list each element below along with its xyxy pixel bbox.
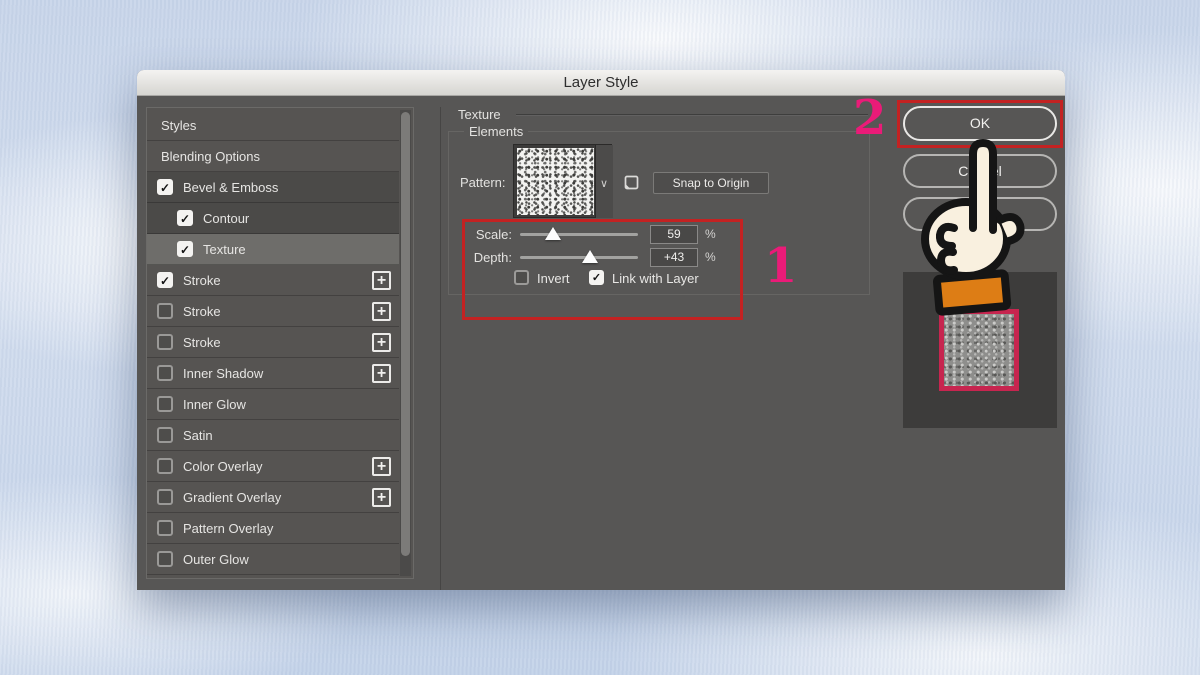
pattern-label: Pattern: <box>460 175 506 190</box>
sidebar-scrollbar[interactable] <box>400 110 411 576</box>
checkbox-unchecked-icon[interactable] <box>157 396 173 412</box>
sidebar-item-label: Pattern Overlay <box>183 521 273 536</box>
add-effect-button[interactable]: + <box>372 271 391 290</box>
panel-divider <box>440 107 441 590</box>
checkbox-unchecked-icon[interactable] <box>157 458 173 474</box>
checkbox-unchecked-icon[interactable] <box>157 303 173 319</box>
new-pattern-icon[interactable] <box>622 173 641 192</box>
sidebar-item-label: Gradient Overlay <box>183 490 281 505</box>
checkbox-unchecked-icon[interactable] <box>157 520 173 536</box>
sidebar-item-inner-shadow[interactable]: Inner Shadow + <box>147 358 399 389</box>
sidebar-item-label: Bevel & Emboss <box>183 180 278 195</box>
add-effect-button[interactable]: + <box>372 364 391 383</box>
watercolor-sky-background: Layer Style Styles Blending Options ✓ Be… <box>0 0 1200 675</box>
sidebar-item-pattern-overlay[interactable]: Pattern Overlay <box>147 513 399 544</box>
section-rule <box>516 114 868 115</box>
checkbox-checked-icon[interactable]: ✓ <box>177 210 193 226</box>
checkbox-unchecked-icon[interactable] <box>157 365 173 381</box>
sidebar-item-gradient-overlay[interactable]: Gradient Overlay + <box>147 482 399 513</box>
sidebar-item-contour[interactable]: ✓ Contour <box>147 203 399 234</box>
sidebar-item-label: Inner Shadow <box>183 366 263 381</box>
sidebar-item-label: Stroke <box>183 304 221 319</box>
styles-sidebar: Styles Blending Options ✓ Bevel & Emboss… <box>146 107 414 579</box>
groupbox-label: Elements <box>464 124 528 139</box>
sidebar-item-satin[interactable]: Satin <box>147 420 399 451</box>
sidebar-item-stroke-2[interactable]: Stroke + <box>147 296 399 327</box>
pattern-dropdown[interactable]: ∨ <box>595 145 613 218</box>
sidebar-item-color-overlay[interactable]: Color Overlay + <box>147 451 399 482</box>
annotation-step-2: 2 <box>853 94 886 142</box>
pattern-picker: ∨ <box>513 144 612 218</box>
sidebar-item-label: Outer Glow <box>183 552 249 567</box>
sidebar-item-outer-glow[interactable]: Outer Glow <box>147 544 399 575</box>
add-effect-button[interactable]: + <box>372 457 391 476</box>
annotation-box-controls <box>462 219 743 320</box>
sidebar-item-stroke-1[interactable]: ✓ Stroke + <box>147 265 399 296</box>
add-effect-button[interactable]: + <box>372 333 391 352</box>
dialog-titlebar[interactable]: Layer Style <box>137 70 1065 96</box>
sidebar-item-label: Color Overlay <box>183 459 262 474</box>
checkbox-unchecked-icon[interactable] <box>157 551 173 567</box>
sidebar-item-label: Stroke <box>183 335 221 350</box>
scrollbar-thumb[interactable] <box>401 112 410 556</box>
sidebar-item-bevel-emboss[interactable]: ✓ Bevel & Emboss <box>147 172 399 203</box>
sidebar-item-label: Contour <box>203 211 249 226</box>
dialog-title: Layer Style <box>563 74 638 91</box>
sidebar-item-label: Satin <box>183 428 213 443</box>
sidebar-item-label: Inner Glow <box>183 397 246 412</box>
annotation-step-1: 1 <box>764 242 797 290</box>
sidebar-item-texture-selected[interactable]: ✓ Texture <box>147 234 399 265</box>
sidebar-item-stroke-3[interactable]: Stroke + <box>147 327 399 358</box>
checkbox-unchecked-icon[interactable] <box>157 427 173 443</box>
checkbox-checked-icon[interactable]: ✓ <box>157 179 173 195</box>
pattern-swatch[interactable] <box>517 148 594 215</box>
sidebar-item-label: Styles <box>161 118 196 133</box>
sidebar-item-label: Stroke <box>183 273 221 288</box>
sidebar-item-label: Blending Options <box>161 149 260 164</box>
add-effect-button[interactable]: + <box>372 302 391 321</box>
add-effect-button[interactable]: + <box>372 488 391 507</box>
checkbox-checked-icon[interactable]: ✓ <box>157 272 173 288</box>
snap-to-origin-button[interactable]: Snap to Origin <box>653 172 769 194</box>
texture-preview-swatch <box>939 309 1019 391</box>
checkbox-checked-icon[interactable]: ✓ <box>177 241 193 257</box>
checkbox-unchecked-icon[interactable] <box>157 489 173 505</box>
sidebar-item-inner-glow[interactable]: Inner Glow <box>147 389 399 420</box>
pointing-hand-cursor-icon <box>916 136 1031 321</box>
sidebar-item-styles[interactable]: Styles <box>147 110 399 141</box>
sidebar-item-label: Texture <box>203 242 246 257</box>
section-title: Texture <box>458 107 501 122</box>
chevron-down-icon: ∨ <box>600 177 608 190</box>
sidebar-item-blending-options[interactable]: Blending Options <box>147 141 399 172</box>
checkbox-unchecked-icon[interactable] <box>157 334 173 350</box>
